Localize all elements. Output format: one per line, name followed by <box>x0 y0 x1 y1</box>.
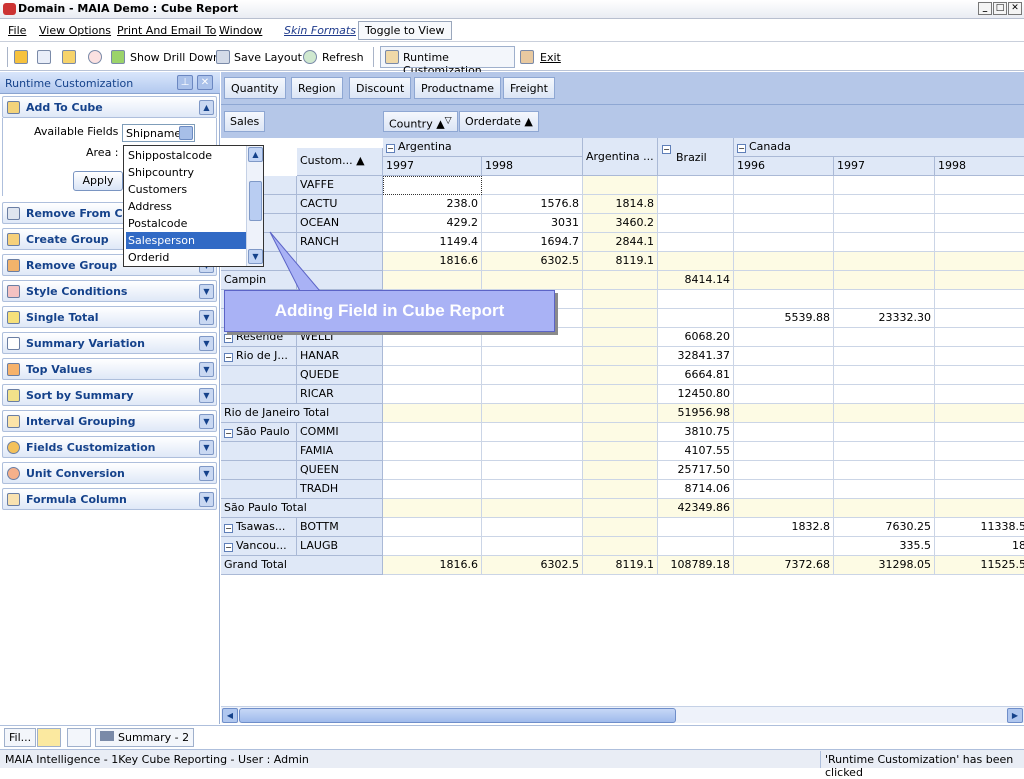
callout-label: Adding Field in Cube Report <box>224 290 555 332</box>
callout-arrow <box>269 231 322 292</box>
